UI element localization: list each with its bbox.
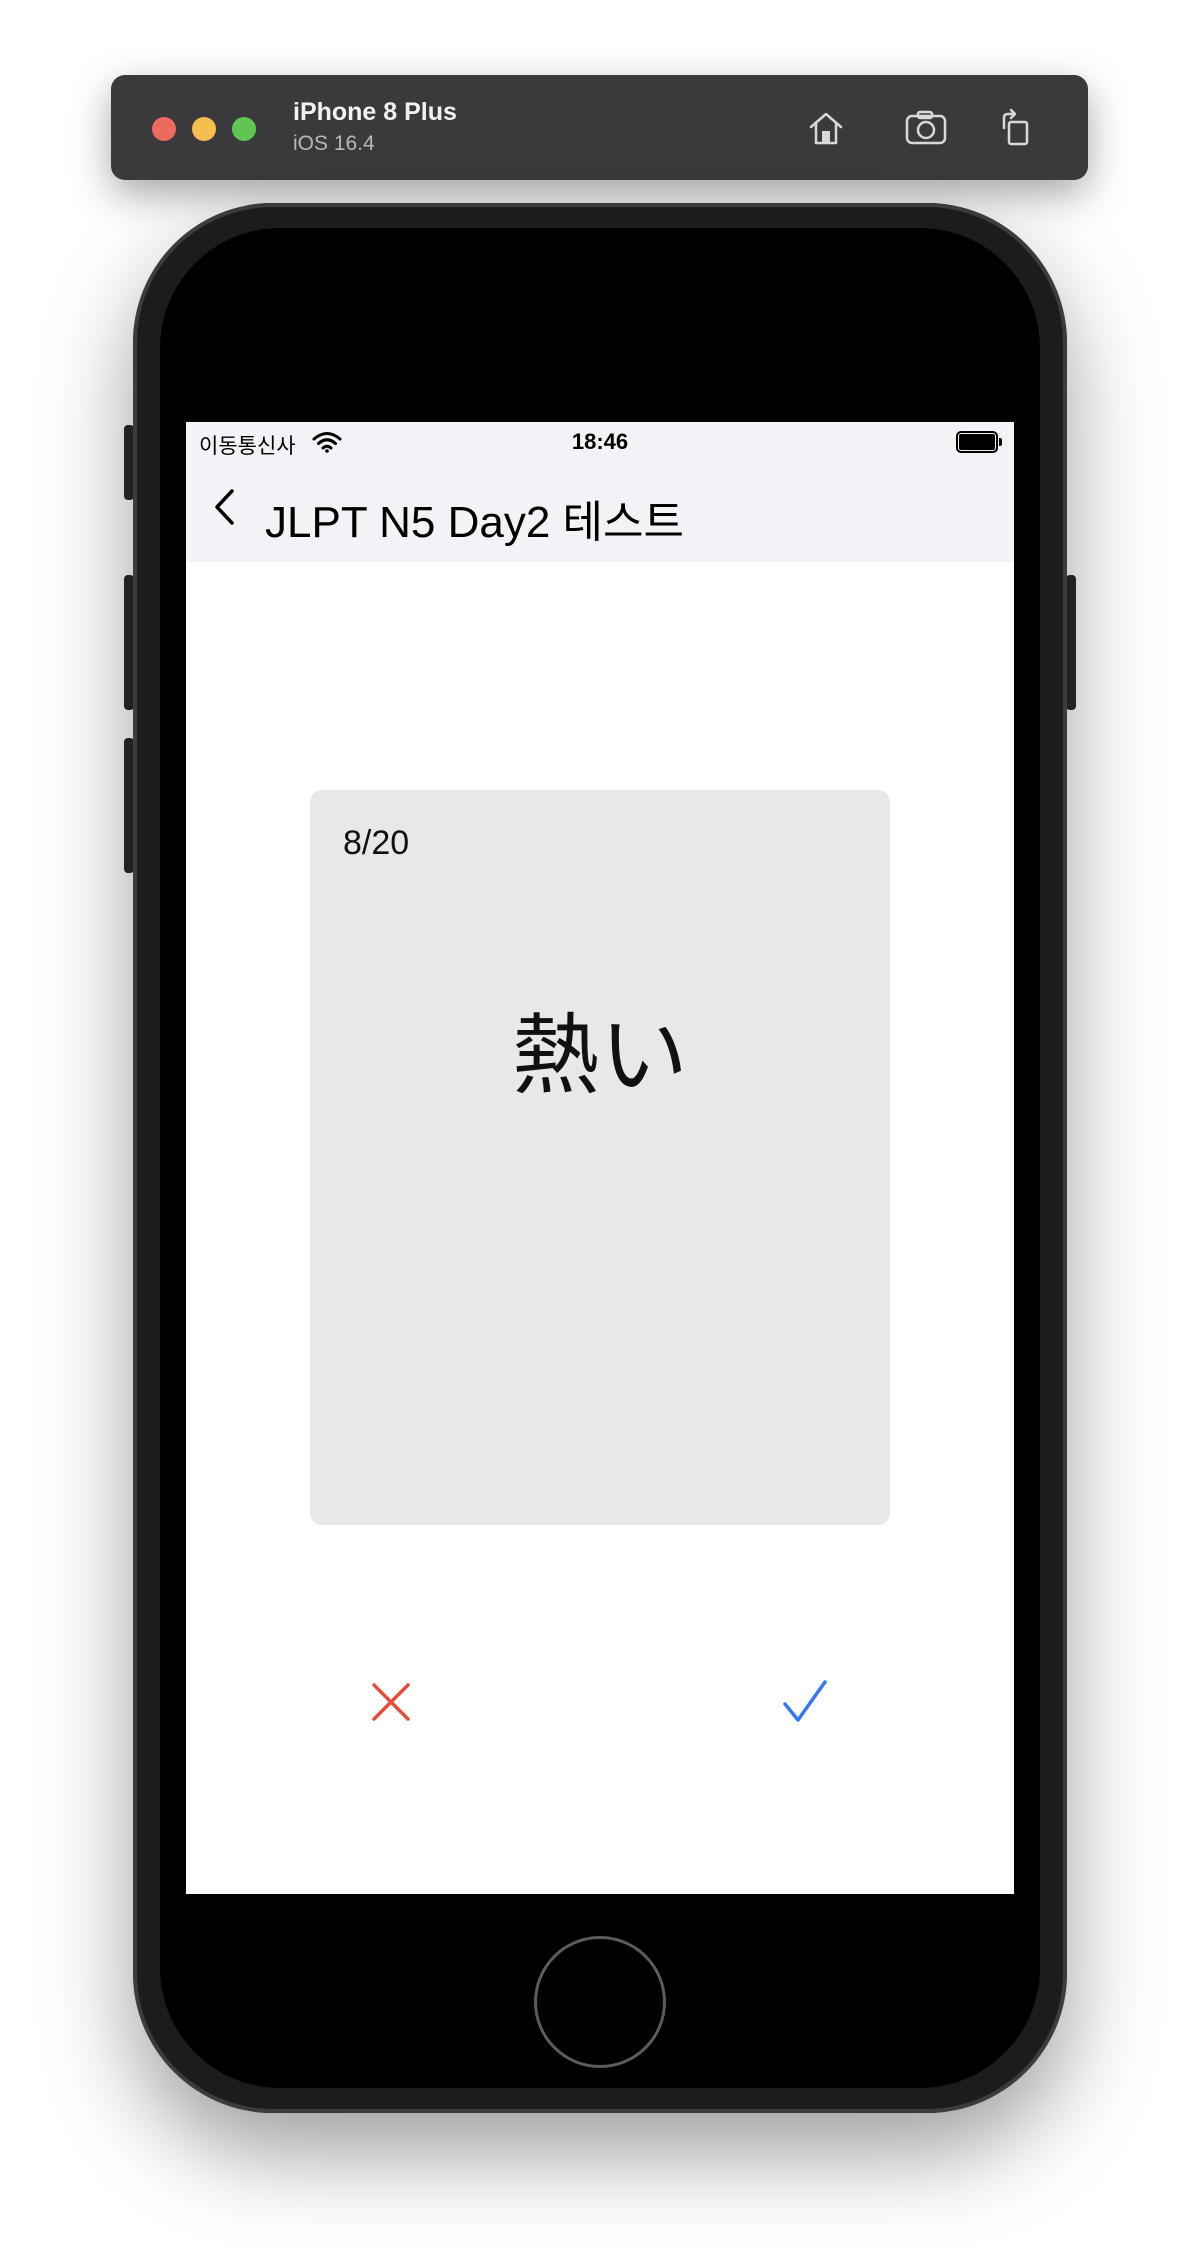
home-icon[interactable] [801, 103, 851, 153]
mark-wrong-button[interactable] [356, 1667, 426, 1737]
checkmark-icon [783, 1680, 827, 1722]
home-button[interactable] [534, 1936, 666, 2068]
device-name: iPhone 8 Plus [293, 98, 457, 126]
navigation-bar: JLPT N5 Day2 테스트 [186, 462, 1014, 562]
flashcard-word: 熱い [511, 1006, 688, 1105]
status-time: 18:46 [571, 429, 629, 454]
status-bar: 이동통신사 18:46 [186, 422, 1014, 462]
back-button[interactable] [204, 482, 244, 532]
page-title: JLPT N5 Day2 테스트 [265, 498, 684, 547]
os-version: iOS 16.4 [293, 132, 375, 155]
progress-counter: 8/20 [343, 824, 410, 862]
chevron-left-icon [215, 489, 234, 525]
rotate-icon[interactable] [991, 103, 1041, 153]
simulator-title-bar: iPhone 8 Plus iOS 16.4 [111, 75, 1088, 180]
minimize-window-button[interactable] [192, 117, 216, 141]
close-window-button[interactable] [152, 117, 176, 141]
x-mark-icon [372, 1683, 410, 1721]
zoom-window-button[interactable] [232, 117, 256, 141]
power-button [1066, 575, 1076, 710]
battery-icon [956, 431, 1002, 453]
screenshot-icon[interactable] [901, 103, 951, 153]
simulator-stage: iPhone 8 Plus iOS 16.4 이동통신사 18:46 JLPT … [0, 0, 1200, 2264]
mark-correct-button[interactable] [770, 1667, 840, 1737]
phone-screen: 이동통신사 18:46 JLPT N5 Day2 테스트 8/20 熱い [186, 422, 1014, 1894]
flashcard[interactable]: 8/20 熱い [310, 790, 890, 1525]
